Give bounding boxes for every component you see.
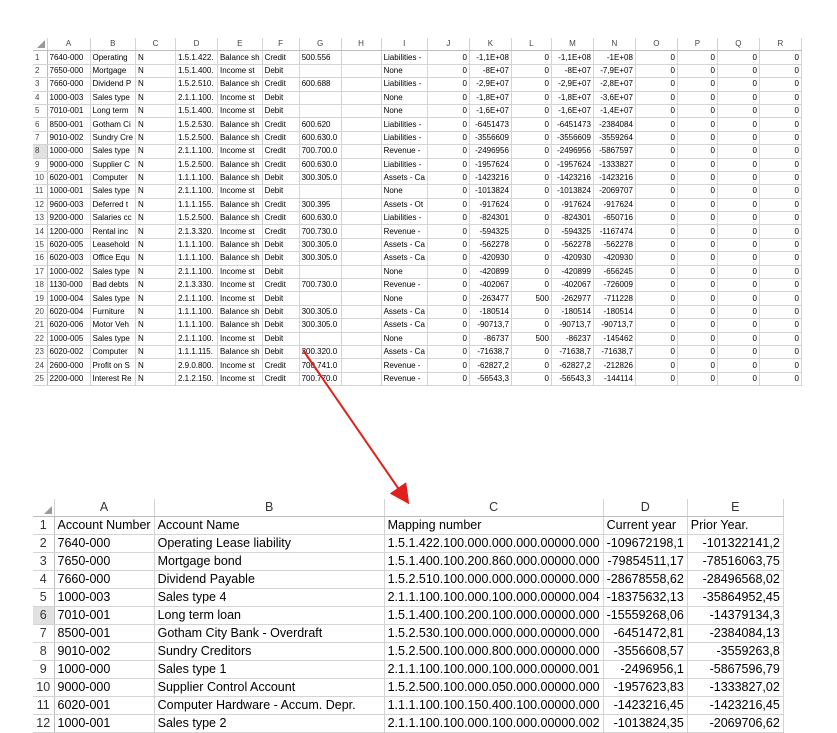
transform-arrow (302, 349, 410, 505)
